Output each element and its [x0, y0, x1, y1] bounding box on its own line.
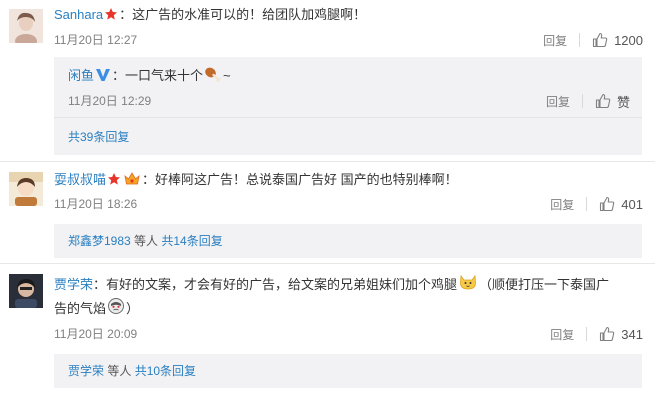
sub-reply-actions: 回复 赞	[546, 92, 630, 110]
username[interactable]: 贾学荣	[54, 277, 93, 292]
more-replies-link[interactable]: 郑鑫梦1983 等人 共14条回复	[68, 232, 223, 250]
more-replies-link[interactable]: 共39条回复	[68, 128, 129, 146]
comment-text-tail: ~	[223, 68, 231, 83]
divider	[581, 94, 583, 108]
avatar[interactable]	[9, 9, 43, 43]
more-replies-link[interactable]: 贾学荣 等人 共10条回复	[68, 362, 196, 380]
divider	[586, 197, 588, 211]
comment-text: ：这广告的水准可以的！给团队加鸡腿啊！	[119, 7, 367, 22]
reply-thread: 贾学荣 等人 共10条回复	[54, 354, 642, 388]
thumbs-up-icon	[600, 326, 615, 342]
divider	[579, 33, 581, 47]
username[interactable]: Sanhara	[54, 7, 103, 22]
drumstick-emoji-icon	[205, 67, 221, 82]
more-replies-user: 郑鑫梦1983	[68, 234, 131, 248]
username[interactable]: 耍叔叔喵	[54, 172, 106, 187]
comment-text: 告的气焰	[54, 301, 107, 316]
thumbs-up-icon	[600, 196, 615, 212]
avatar[interactable]	[9, 274, 43, 308]
like-count: 401	[621, 196, 643, 212]
more-replies-text: 共14条回复	[161, 234, 223, 248]
comment-actions: 回复 1200	[543, 31, 643, 49]
like-button[interactable]: 401	[599, 196, 643, 212]
comment-item: 贾学荣：有好的文案，才会有好的广告，给文案的兄弟姐妹们加个鸡腿 （顺便打压一下泰国…	[0, 264, 655, 400]
comment-header: 贾学荣：有好的文案，才会有好的广告，给文案的兄弟姐妹们加个鸡腿 （顺便打压一下泰国…	[54, 273, 609, 294]
timestamp: 11月20日 12:27	[54, 33, 138, 47]
divider	[586, 327, 588, 341]
like-count: 341	[621, 326, 643, 342]
comment-item: Sanhara ：这广告的水准可以的！给团队加鸡腿啊！ 11月20日 12:27 …	[0, 0, 655, 158]
star-badge-icon	[108, 173, 121, 185]
comment-text: ：一口气来十个	[112, 68, 204, 83]
like-button[interactable]: 341	[599, 326, 643, 342]
more-replies-text: 共10条回复	[134, 364, 197, 378]
like-button[interactable]: 1200	[592, 32, 643, 48]
comment-item: 耍叔叔喵 ：好棒阿这广告！总说泰国广告好 国产的也特别棒啊！ 11月20日 18:…	[0, 162, 655, 258]
more-replies-mid: 等人	[104, 364, 135, 378]
reply-button[interactable]: 回复	[546, 93, 570, 110]
like-button[interactable]: 赞	[595, 92, 630, 111]
thumbs-up-icon	[595, 93, 611, 109]
like-label: 赞	[616, 94, 630, 110]
more-replies-user: 贾学荣	[68, 364, 105, 378]
reply-button[interactable]: 回复	[550, 196, 574, 213]
comment-actions: 回复 341	[550, 325, 643, 343]
comment-text-line2: 告的气焰 ）	[54, 297, 139, 318]
timestamp: 11月20日 20:09	[54, 327, 138, 341]
comment-header: Sanhara ：这广告的水准可以的！给团队加鸡腿啊！	[54, 6, 366, 24]
divider	[54, 117, 642, 118]
comment-text-cont: （顺便打压一下泰国广	[479, 277, 610, 292]
comment-text-end: ）	[126, 301, 140, 316]
reply-label: 回复	[543, 33, 568, 48]
thumbs-up-icon	[593, 32, 608, 48]
avatar[interactable]	[9, 172, 43, 206]
reply-thread: 郑鑫梦1983 等人 共14条回复	[54, 224, 642, 258]
more-replies-text: 共39条回复	[68, 130, 130, 144]
timestamp: 11月20日 12:29	[68, 94, 152, 108]
more-replies-mid: 等人	[130, 234, 162, 248]
star-badge-icon	[105, 8, 118, 20]
like-count: 1200	[614, 32, 643, 48]
cat-emoji-icon	[460, 274, 476, 290]
sub-reply-header: 闲鱼 ：一口气来十个 ~	[68, 66, 231, 85]
reply-thread: 闲鱼 ：一口气来十个 ~ 11月20日 12:29 回复 赞 共39条回复	[54, 57, 642, 155]
reply-button[interactable]: 回复	[550, 326, 574, 343]
comment-header: 耍叔叔喵 ：好棒阿这广告！总说泰国广告好 国产的也特别棒啊！	[54, 171, 458, 189]
crown-badge-icon	[124, 172, 140, 185]
face-emoji-icon	[108, 298, 124, 314]
reply-label: 回复	[550, 327, 575, 342]
reply-button[interactable]: 回复	[543, 32, 567, 49]
verified-v-icon	[96, 69, 111, 81]
timestamp: 11月20日 18:26	[54, 197, 138, 211]
reply-label: 回复	[550, 197, 575, 212]
comment-text: ：有好的文案，才会有好的广告，给文案的兄弟姐妹们加个鸡腿	[93, 277, 458, 292]
comment-actions: 回复 401	[550, 195, 643, 213]
reply-label: 回复	[545, 94, 570, 109]
username[interactable]: 闲鱼	[68, 68, 94, 83]
comment-text: ：好棒阿这广告！总说泰国广告好 国产的也特别棒啊！	[142, 172, 458, 187]
